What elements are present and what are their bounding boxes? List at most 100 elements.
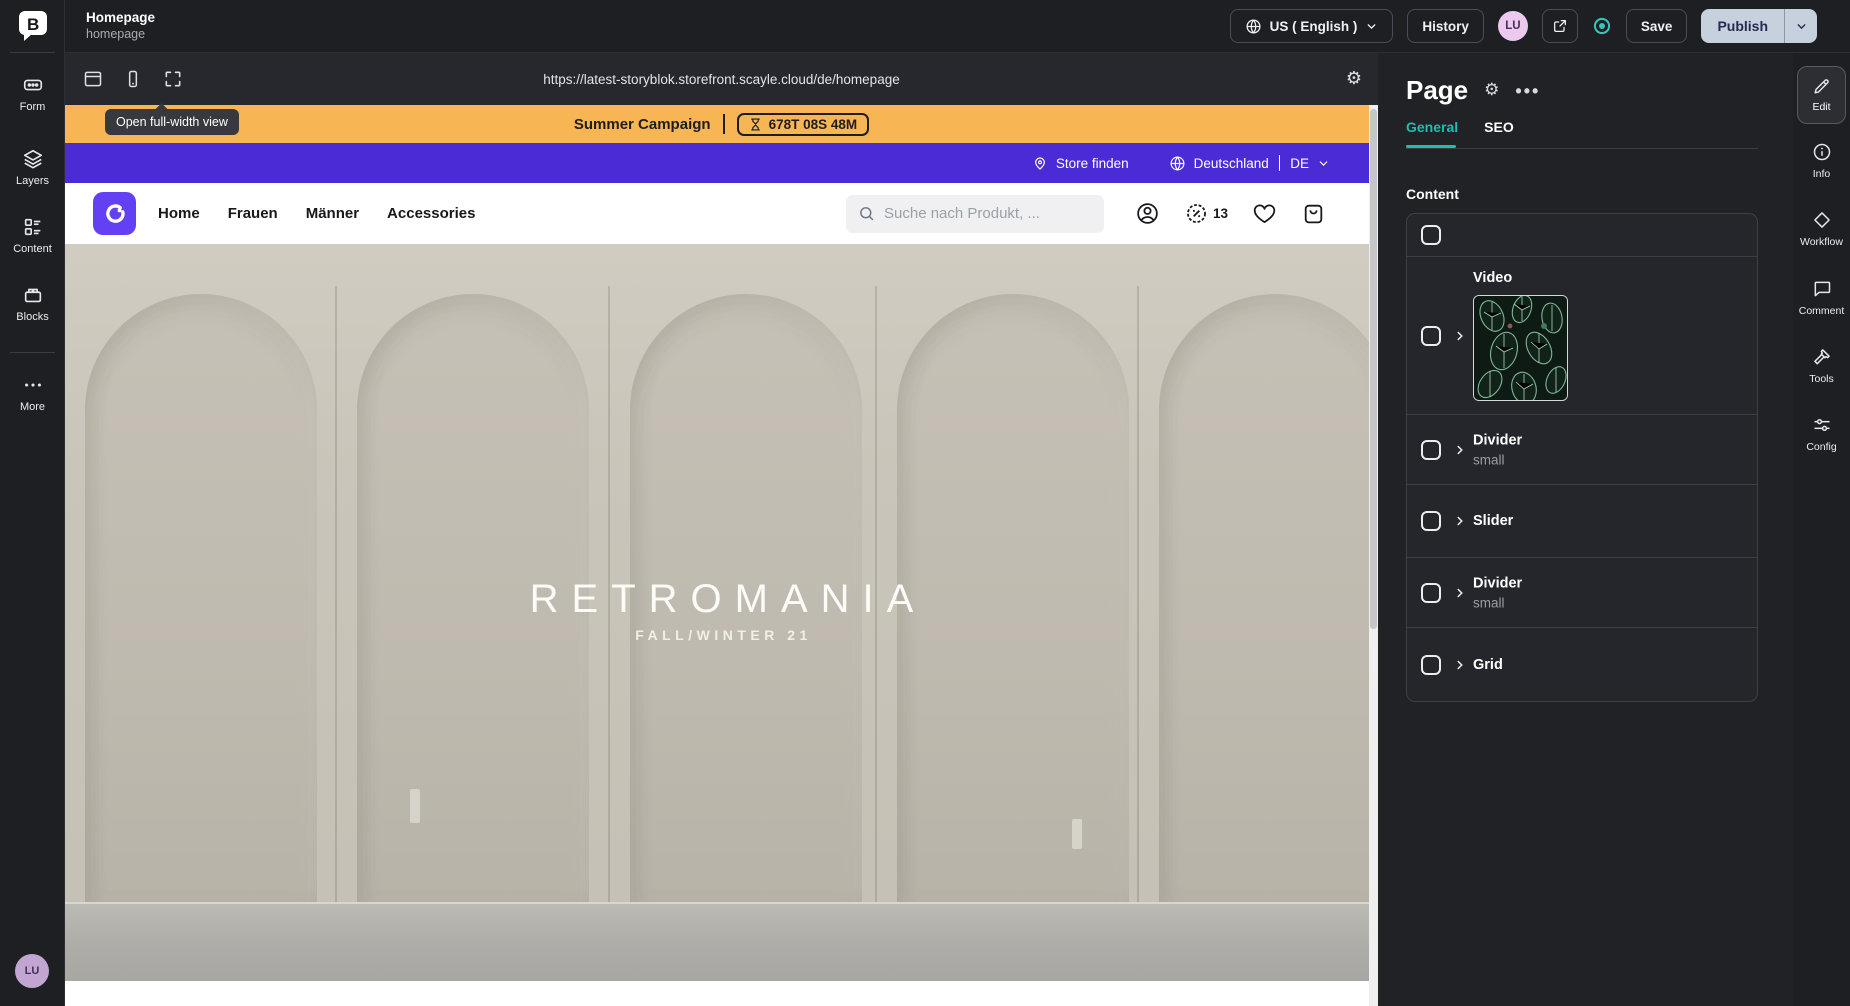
live-status-icon[interactable] [1592, 16, 1612, 36]
desktop-view-icon[interactable] [83, 69, 103, 89]
rail-item-tools[interactable]: Tools [1793, 347, 1850, 385]
save-label: Save [1641, 19, 1673, 34]
shopping-bag-icon[interactable] [1301, 201, 1326, 226]
block-row-video[interactable]: Video [1407, 256, 1757, 414]
locale-bar-block: Store finden Deutschland DE [65, 143, 1378, 183]
location-pin-icon [1032, 155, 1048, 171]
tooltip: Open full-width view [105, 109, 239, 135]
campaign-label: Summer Campaign [574, 116, 711, 133]
divider [10, 52, 55, 53]
preview-scrollbar [1369, 105, 1378, 1006]
language-selector[interactable]: US ( English ) [1230, 9, 1394, 43]
chevron-right-icon[interactable] [1453, 443, 1467, 457]
globe-icon [1245, 18, 1262, 35]
select-all-checkbox[interactable] [1421, 225, 1441, 245]
tab-seo[interactable]: SEO [1484, 119, 1514, 145]
nav-link-frauen[interactable]: Frauen [228, 205, 278, 222]
layers-icon [22, 148, 44, 170]
country-label: Deutschland [1194, 156, 1269, 171]
rail-item-workflow[interactable]: Workflow [1793, 210, 1850, 248]
history-label: History [1422, 19, 1469, 34]
row-checkbox[interactable] [1421, 583, 1441, 603]
block-title: Divider [1473, 432, 1522, 448]
content-block-list: Video [1406, 213, 1758, 702]
campaign-banner-block[interactable]: Summer Campaign 678T 08S 48M [65, 105, 1378, 143]
product-search-input[interactable]: Suche nach Produkt, ... [846, 195, 1104, 233]
document-meta: Homepage homepage [86, 10, 155, 43]
block-row-slider[interactable]: Slider [1407, 484, 1757, 557]
sidebar-item-form[interactable]: Form [0, 74, 65, 113]
rail-item-comment[interactable]: Comment [1793, 279, 1850, 317]
info-icon [1812, 142, 1832, 162]
sidebar-item-content[interactable]: Content [0, 216, 65, 255]
tab-general[interactable]: General [1406, 119, 1458, 145]
publish-dropdown-button[interactable] [1785, 9, 1817, 43]
divider [1279, 155, 1281, 171]
deals-counter[interactable]: 13 [1184, 201, 1228, 226]
block-row-divider-2[interactable]: Divider small [1407, 557, 1757, 627]
language-code: DE [1290, 156, 1309, 171]
sidebar-item-blocks[interactable]: Blocks [0, 284, 65, 323]
rail-item-label: Tools [1809, 373, 1834, 385]
open-external-button[interactable] [1542, 9, 1578, 43]
block-settings-panel: Page ⚙ ••• General SEO Content Video [1378, 53, 1793, 1006]
deals-count: 13 [1213, 206, 1228, 221]
countdown-badge: 678T 08S 48M [737, 113, 870, 136]
topbar: Homepage homepage US ( English ) History… [65, 0, 1850, 53]
form-icon [22, 74, 44, 96]
nav-link-home[interactable]: Home [158, 205, 200, 222]
row-checkbox[interactable] [1421, 511, 1441, 531]
chevron-right-icon[interactable] [1453, 329, 1467, 343]
store-finder-link[interactable]: Store finden [1032, 155, 1129, 171]
mobile-view-icon[interactable] [123, 69, 143, 89]
row-checkbox[interactable] [1421, 440, 1441, 460]
hero-subtitle: FALL/WINTER 21 [65, 627, 1378, 643]
block-row-divider-1[interactable]: Divider small [1407, 414, 1757, 484]
history-button[interactable]: History [1407, 9, 1484, 43]
sidebar-item-label: More [20, 401, 45, 413]
wishlist-heart-icon[interactable] [1252, 201, 1277, 226]
storyblok-logo-icon[interactable]: B [16, 9, 50, 43]
fullscreen-icon[interactable] [163, 69, 183, 89]
select-all-row [1407, 214, 1757, 256]
sidebar-item-layers[interactable]: Layers [0, 148, 65, 187]
scayle-logo-icon[interactable] [93, 192, 136, 235]
hammer-icon [1812, 347, 1832, 367]
nav-link-accessories[interactable]: Accessories [387, 205, 475, 222]
pencil-icon [1812, 77, 1831, 96]
rail-item-label: Config [1806, 441, 1836, 453]
rail-item-label: Workflow [1800, 236, 1843, 248]
rail-item-label: Comment [1799, 305, 1845, 317]
block-row-grid[interactable]: Grid [1407, 627, 1757, 701]
sidebar-item-more[interactable]: More [0, 374, 65, 413]
block-more-icon[interactable]: ••• [1515, 82, 1540, 100]
rail-item-edit[interactable]: Edit [1797, 66, 1846, 124]
preview-url[interactable]: https://latest-storyblok.storefront.scay… [543, 72, 899, 87]
panel-title: Page [1406, 75, 1468, 106]
row-checkbox[interactable] [1421, 655, 1441, 675]
chevron-right-icon[interactable] [1453, 658, 1467, 672]
preview-settings-icon[interactable]: ⚙ [1346, 70, 1362, 88]
topbar-actions: US ( English ) History LU Save Publish [1230, 9, 1817, 43]
rail-item-info[interactable]: Info [1793, 142, 1850, 180]
content-icon [22, 216, 44, 238]
user-avatar[interactable]: LU [15, 954, 49, 988]
user-avatar[interactable]: LU [1498, 11, 1528, 41]
divider [723, 114, 725, 134]
chevron-right-icon[interactable] [1453, 514, 1467, 528]
account-icon[interactable] [1135, 201, 1160, 226]
store-finder-label: Store finden [1056, 156, 1129, 171]
rail-item-config[interactable]: Config [1793, 415, 1850, 453]
chevron-down-icon [1365, 20, 1378, 33]
save-button[interactable]: Save [1626, 9, 1688, 43]
country-selector[interactable]: Deutschland DE [1169, 155, 1330, 172]
divider [1406, 148, 1758, 149]
row-checkbox[interactable] [1421, 326, 1441, 346]
chevron-right-icon[interactable] [1453, 586, 1467, 600]
scrollbar-thumb[interactable] [1370, 109, 1377, 629]
publish-button[interactable]: Publish [1701, 9, 1784, 43]
nav-link-maenner[interactable]: Männer [306, 205, 359, 222]
divider [10, 352, 55, 353]
block-settings-icon[interactable]: ⚙ [1484, 82, 1499, 99]
hero-video-block[interactable]: RETROMANIA FALL/WINTER 21 [65, 244, 1378, 981]
